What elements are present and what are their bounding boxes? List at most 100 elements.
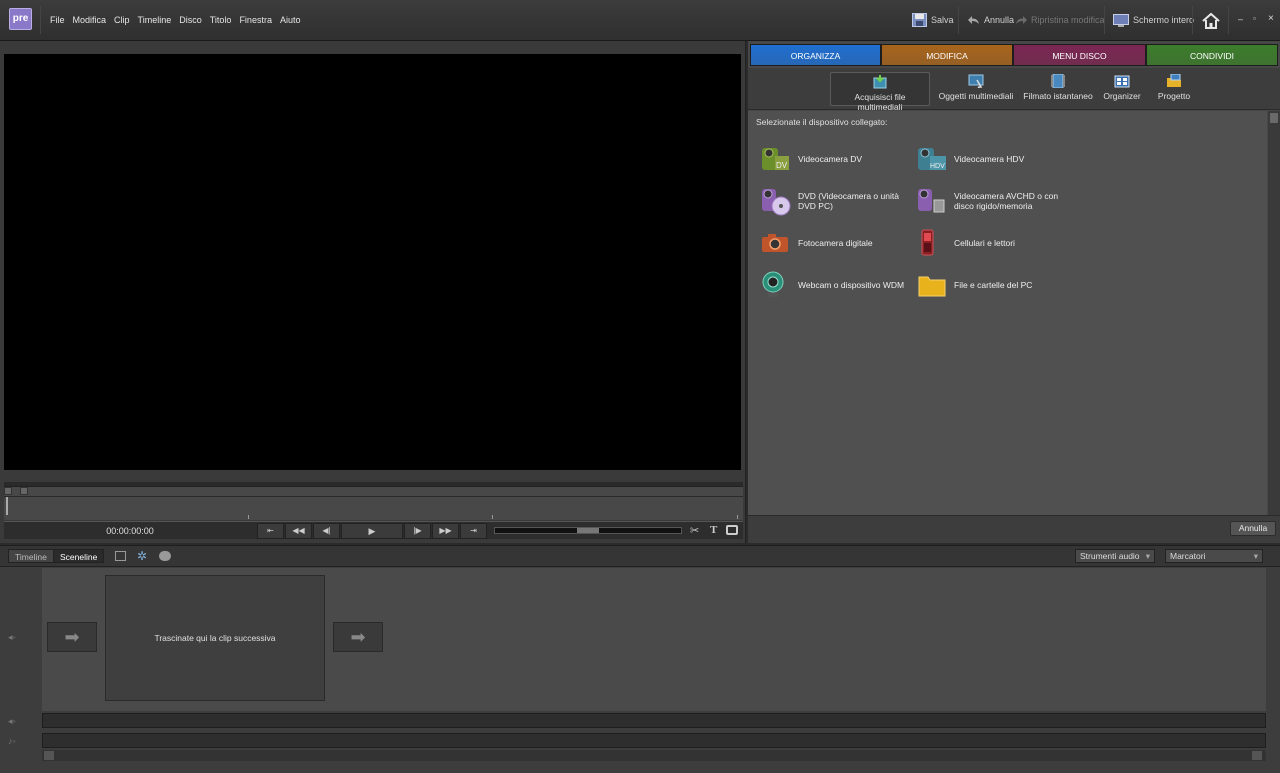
device-avchd-camera[interactable]: Videocamera AVCHD o con disco rigido/mem… [917,186,1067,216]
tab-condividi[interactable]: CONDIVIDI [1146,44,1278,66]
transport-bar: 00:00:00:00 ⇤ ◀◀ ◀| ▶ |▶ ▶▶ ⇥ ✂ T [4,521,743,539]
scrollbar-thumb[interactable] [1270,113,1278,123]
device-phone[interactable]: Cellulari e lettori [917,228,1067,258]
play-button[interactable]: ▶ [341,523,403,539]
go-to-end-button[interactable]: ⇥ [460,523,487,539]
device-dv-camera[interactable]: DV Videocamera DV [761,144,911,174]
close-icon[interactable]: × [1268,13,1274,24]
narration-track[interactable] [42,713,1266,728]
fast-forward-button[interactable]: ▶▶ [432,523,459,539]
phone-icon [921,229,934,256]
soundtrack-track[interactable] [42,733,1266,748]
folder-icon [918,276,946,297]
tab-modifica[interactable]: MODIFICA [881,44,1013,66]
scroll-left-icon[interactable] [44,751,54,760]
sub-label: Progetto [1157,91,1191,101]
divider [40,6,41,34]
menu-file[interactable]: File [46,15,69,25]
playhead[interactable] [6,497,11,515]
device-photo-camera[interactable]: Fotocamera digitale [761,228,911,258]
tab-timeline[interactable]: Timeline [8,549,54,563]
zoom-in-icon[interactable] [20,487,28,495]
zoom-out-icon[interactable] [4,487,12,495]
redo-button[interactable]: Ripristina modifica [1015,12,1105,28]
menu-disco[interactable]: Disco [175,15,206,25]
sub-label: Filmato istantaneo [1023,91,1093,101]
shuttle-thumb[interactable] [577,528,599,533]
split-clip-icon[interactable]: ✂ [690,524,699,537]
photo-camera-icon [762,234,788,252]
ruler-tick [492,515,493,519]
undo-button[interactable]: Annulla [968,12,1014,28]
save-button[interactable]: Salva [912,12,954,28]
capture-media-button[interactable]: Acquisisci file multimediali [830,72,930,112]
time-ruler[interactable] [4,486,743,520]
rewind-button[interactable]: ◀◀ [285,523,312,539]
audio-mix-icon[interactable] [159,551,171,561]
title-text-icon[interactable]: T [710,524,717,536]
audio-tools-dropdown[interactable]: Strumenti audio [1075,549,1155,563]
device-pc-folder[interactable]: File e cartelle del PC [917,270,1067,300]
tab-menu-disco[interactable]: MENU DISCO [1013,44,1146,66]
organizer-button[interactable]: Organizer [1101,72,1143,106]
monitor-panel: 00:00:00:00 ⇤ ◀◀ ◀| ▶ |▶ ▶▶ ⇥ ✂ T [0,41,746,543]
save-label: Salva [931,15,954,25]
menu-finestra[interactable]: Finestra [235,15,276,25]
fullscreen-label: Schermo intero [1133,15,1195,25]
shuttle-slider[interactable] [494,527,682,534]
ruler-tick [248,515,249,519]
undo-label: Annulla [984,15,1015,25]
narration-track-icon: ◂◦ [8,716,16,726]
effects-icon[interactable]: ✲ [137,549,147,563]
device-label: Webcam o dispositivo WDM [798,280,905,290]
tab-sceneline[interactable]: Sceneline [53,549,105,563]
menu-bar: pre File Modifica Clip Timeline Disco Ti… [0,0,1280,41]
go-to-start-button[interactable]: ⇤ [257,523,284,539]
instant-movie-button[interactable]: Filmato istantaneo [1023,72,1093,106]
step-back-button[interactable]: ◀| [313,523,340,539]
sub-label: Acquisisci file multimediali [854,92,906,112]
media-objects-button[interactable]: Oggetti multimediali [938,72,1014,106]
dropdown-label: Marcatori [1170,551,1206,561]
transition-slot[interactable]: ➡ [333,622,383,652]
menu-clip[interactable]: Clip [110,15,134,25]
scroll-right-icon[interactable] [1252,751,1262,760]
device-list: Selezionate il dispositivo collegato: DV… [748,111,1267,515]
restore-icon[interactable]: ▫ [1253,14,1256,23]
redo-label: Ripristina modifica [1031,15,1105,25]
clip-drop-zone[interactable]: Trascinate qui la clip successiva [105,575,325,701]
dvd-icon [762,189,791,216]
project-button[interactable]: Progetto [1154,72,1194,106]
save-icon [912,13,927,27]
list-view-icon[interactable] [115,551,126,561]
redo-icon [1016,16,1027,24]
menu-titolo[interactable]: Titolo [206,15,236,25]
horizontal-scrollbar[interactable] [42,750,1266,761]
home-button[interactable] [1201,11,1221,31]
app-logo: pre [9,8,32,30]
device-label: Fotocamera digitale [798,238,873,248]
device-list-scrollbar[interactable] [1268,111,1280,515]
device-webcam[interactable]: Webcam o dispositivo WDM [761,270,911,300]
markers-dropdown[interactable]: Marcatori [1165,549,1263,563]
minimize-icon[interactable]: – [1238,14,1243,24]
filmstrip-icon [1051,74,1065,88]
tab-label: CONDIVIDI [1190,51,1234,61]
divider [1192,6,1193,34]
transition-slot[interactable]: ➡ [47,622,97,652]
svg-text:HDV: HDV [930,163,945,170]
menu-timeline[interactable]: Timeline [134,15,176,25]
timecode-display[interactable]: 00:00:00:00 [4,522,256,540]
tab-organizza[interactable]: ORGANIZZA [750,44,881,66]
snapshot-camera-icon[interactable] [726,525,738,535]
step-forward-button[interactable]: |▶ [404,523,431,539]
menu-aiuto[interactable]: Aiuto [276,15,305,25]
cancel-button[interactable]: Annulla [1230,521,1276,536]
menu-modifica[interactable]: Modifica [69,15,111,25]
tab-label: MODIFICA [926,51,968,61]
device-label: DVD (Videocamera o unità DVD PC) [798,191,899,211]
device-dvd[interactable]: DVD (Videocamera o unità DVD PC) [761,186,911,216]
fullscreen-button[interactable]: Schermo intero [1113,12,1194,28]
device-hdv-camera[interactable]: HDV Videocamera HDV [917,144,1067,174]
divider [1228,6,1229,34]
